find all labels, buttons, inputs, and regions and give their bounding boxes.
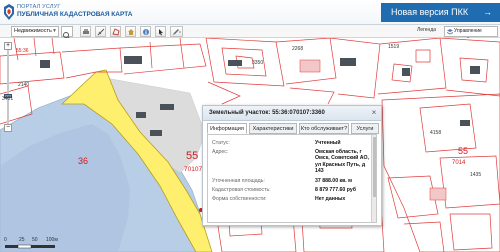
map-label: 55:36 (16, 48, 29, 54)
zoom-out-button[interactable]: − (4, 124, 12, 132)
cadastral-value-label: Кадастровая стоимость: (212, 187, 271, 193)
map-label: 1435 (470, 172, 482, 178)
scale-bar: 0 25 50 100м (4, 237, 58, 250)
logo-title[interactable]: ПУБЛИЧНАЯ КАДАСТРОВАЯ КАРТА (17, 11, 132, 18)
app-header: ПОРТАЛ УСЛУГ ПУБЛИЧНАЯ КАДАСТРОВАЯ КАРТА… (0, 0, 500, 25)
legend-button[interactable]: Легенда (417, 27, 436, 33)
parcel-info-popup: Земельный участок: 55:36:070107:3360 × И… (202, 105, 382, 226)
new-version-label: Новая версия ПКК (391, 7, 469, 17)
tab-characteristics[interactable]: Характеристики (249, 123, 297, 134)
tab-information[interactable]: Информация (207, 123, 247, 134)
map-label: 2140 (18, 82, 30, 88)
status-label: Статус: (212, 140, 230, 146)
print-button[interactable] (80, 26, 91, 37)
scale-label: 0 (4, 237, 7, 243)
map-label: 3401 (2, 96, 14, 102)
select-area-button[interactable] (155, 26, 166, 37)
map-label: 7014 (452, 160, 466, 166)
scale-ruler (5, 244, 55, 249)
search-button[interactable] (61, 26, 73, 40)
area-label: Уточненная площадь: (212, 178, 265, 184)
polygon-icon (112, 28, 120, 36)
ownership-label: Форма собственности: (212, 196, 267, 202)
measure-button[interactable] (95, 26, 106, 37)
cadastral-value: 8 879 777.60 руб (315, 187, 356, 193)
arrow-right-icon: → (483, 7, 492, 17)
address-label: Адрес: (212, 149, 229, 155)
map-label: 4158 (430, 130, 442, 136)
realty-type-value: Недвижимость (14, 28, 52, 34)
object-info-button[interactable] (140, 26, 151, 37)
logo-portal-label: ПОРТАЛ УСЛУГ (17, 4, 61, 10)
scale-label: 25 (19, 237, 25, 243)
home-icon (128, 29, 134, 35)
zoom-in-button[interactable]: + (4, 42, 12, 50)
draw-button[interactable] (170, 26, 183, 37)
popup-scroll-thumb[interactable] (373, 137, 376, 197)
realty-type-select[interactable]: Недвижимость ▼ (11, 26, 59, 37)
cadastral-map[interactable]: + − 55:36 2140 3401 36 55 70107 2268 151… (0, 38, 500, 252)
popup-info-panel: Статус: Учтенный Адрес: Омская область, … (207, 134, 377, 223)
scale-label: 50 (32, 237, 38, 243)
tab-who-serves[interactable]: Кто обслуживает? (299, 123, 349, 134)
map-label: 55 (458, 146, 469, 156)
ruler-icon (97, 28, 105, 36)
map-label: 2268 (292, 46, 304, 52)
area-button[interactable] (110, 26, 121, 37)
address-value: Омская область, г Омск, Советский АО, ул… (315, 149, 369, 174)
area-value: 37 888.00 кв. м (315, 178, 353, 184)
print-icon (83, 29, 89, 34)
cursor-icon (159, 29, 163, 36)
map-label: 1519 (388, 44, 400, 50)
pencil-icon (173, 29, 181, 35)
pkk-app: ПОРТАЛ УСЛУГ ПУБЛИЧНАЯ КАДАСТРОВАЯ КАРТА… (0, 0, 500, 252)
chevron-down-icon: ▼ (52, 28, 57, 34)
map-control-button[interactable]: Управление картой (444, 26, 498, 43)
map-label: 70107 (184, 166, 203, 173)
layers-icon (447, 29, 453, 35)
new-version-button[interactable]: Новая версия ПКК → (381, 3, 500, 22)
home-button[interactable] (125, 26, 136, 37)
ownership-value: Нет данных (315, 196, 346, 202)
status-value: Учтенный (315, 140, 341, 146)
tab-services[interactable]: Услуги (351, 123, 379, 134)
close-icon[interactable]: × (370, 109, 378, 117)
popup-scrollbar[interactable] (371, 135, 376, 222)
zoom-control: + − (4, 42, 12, 132)
map-toolbar: Недвижимость ▼ Легенда Управление (0, 25, 500, 43)
map-label: 55 (186, 150, 199, 162)
zoom-slider[interactable] (4, 50, 12, 124)
map-label: 3350 (252, 60, 264, 66)
popup-title: Земельный участок: 55:36:070107:3360 (203, 106, 381, 121)
info-icon (143, 29, 149, 35)
rosreestr-emblem-icon (4, 4, 14, 20)
map-label: 36 (78, 156, 89, 166)
scale-label: 100м (46, 237, 58, 243)
